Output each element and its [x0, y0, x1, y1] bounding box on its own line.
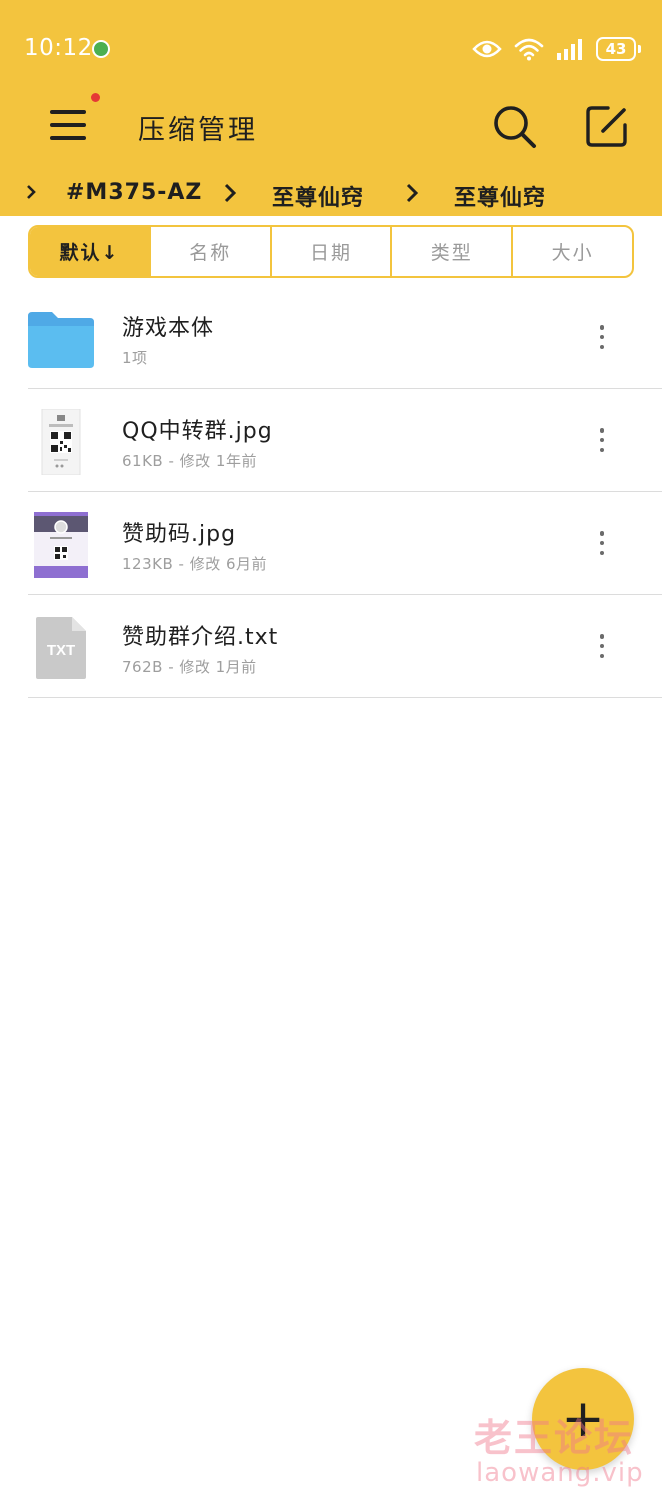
battery-indicator: 43 — [596, 37, 641, 61]
more-options-icon[interactable] — [588, 425, 616, 455]
status-icons: 43 — [472, 34, 641, 64]
notification-app-icon — [92, 40, 110, 58]
list-item[interactable]: QQ中转群.jpg 61KB - 修改 1年前 — [0, 389, 662, 492]
chevron-right-icon — [27, 185, 36, 199]
file-meta: 123KB - 修改 6月前 — [122, 555, 268, 573]
file-meta: 61KB - 修改 1年前 — [122, 452, 257, 470]
watermark-url: laowang.vip — [476, 1458, 644, 1488]
status-time: 10:12 — [24, 35, 93, 61]
image-thumbnail — [41, 409, 81, 475]
sort-tab-size[interactable]: 大小 — [511, 227, 632, 276]
file-name: 游戏本体 — [122, 316, 215, 341]
watermark-text: 老王论坛 — [474, 1416, 635, 1460]
list-item[interactable]: 赞助码.jpg 123KB - 修改 6月前 — [0, 492, 662, 595]
txt-file-icon: TXT — [36, 617, 86, 679]
menu-icon[interactable] — [46, 104, 92, 146]
search-icon — [494, 106, 536, 148]
signal-icon — [557, 39, 582, 60]
more-options-icon[interactable] — [588, 631, 616, 661]
breadcrumb-item[interactable]: #M375-AZ — [66, 180, 202, 205]
file-name: 赞助群介绍.txt — [122, 625, 279, 650]
sort-tab-type[interactable]: 类型 — [390, 227, 511, 276]
file-list: 游戏本体 1项 QQ中转群.jpg 61KB - 修改 1年前 赞助码.jpg … — [0, 286, 662, 698]
breadcrumb-item[interactable]: 至尊仙窍 — [272, 180, 364, 212]
txt-badge: TXT — [47, 642, 75, 659]
list-item[interactable]: TXT 赞助群介绍.txt 762B - 修改 1月前 — [0, 595, 662, 698]
sort-tab-name[interactable]: 名称 — [148, 227, 270, 276]
file-meta: 1项 — [122, 349, 148, 367]
more-options-icon[interactable] — [588, 322, 616, 352]
wifi-icon — [514, 38, 544, 61]
chevron-right-icon — [224, 183, 237, 203]
file-name: 赞助码.jpg — [122, 522, 237, 547]
breadcrumb-item[interactable]: 至尊仙窍 — [454, 180, 546, 212]
divider — [28, 697, 662, 698]
file-name: QQ中转群.jpg — [122, 419, 273, 444]
list-item[interactable]: 游戏本体 1项 — [0, 286, 662, 389]
edit-button[interactable] — [580, 101, 632, 153]
search-button[interactable] — [489, 101, 541, 153]
more-options-icon[interactable] — [588, 528, 616, 558]
chevron-right-icon — [406, 183, 419, 203]
notification-dot — [91, 93, 100, 102]
file-meta: 762B - 修改 1月前 — [122, 658, 257, 676]
sort-tab-date[interactable]: 日期 — [269, 227, 391, 276]
sort-tabs: 默认↓ 名称 日期 类型 大小 — [28, 225, 634, 278]
eye-icon — [472, 40, 502, 58]
edit-icon — [586, 106, 627, 147]
sort-tab-default[interactable]: 默认↓ — [30, 227, 149, 276]
folder-icon — [28, 312, 94, 368]
app-header: 10:12 43 压缩管理 #M375-AZ 至尊仙窍 至尊仙窍 — [0, 0, 662, 216]
page-title: 压缩管理 — [138, 115, 258, 146]
image-thumbnail — [34, 512, 88, 578]
